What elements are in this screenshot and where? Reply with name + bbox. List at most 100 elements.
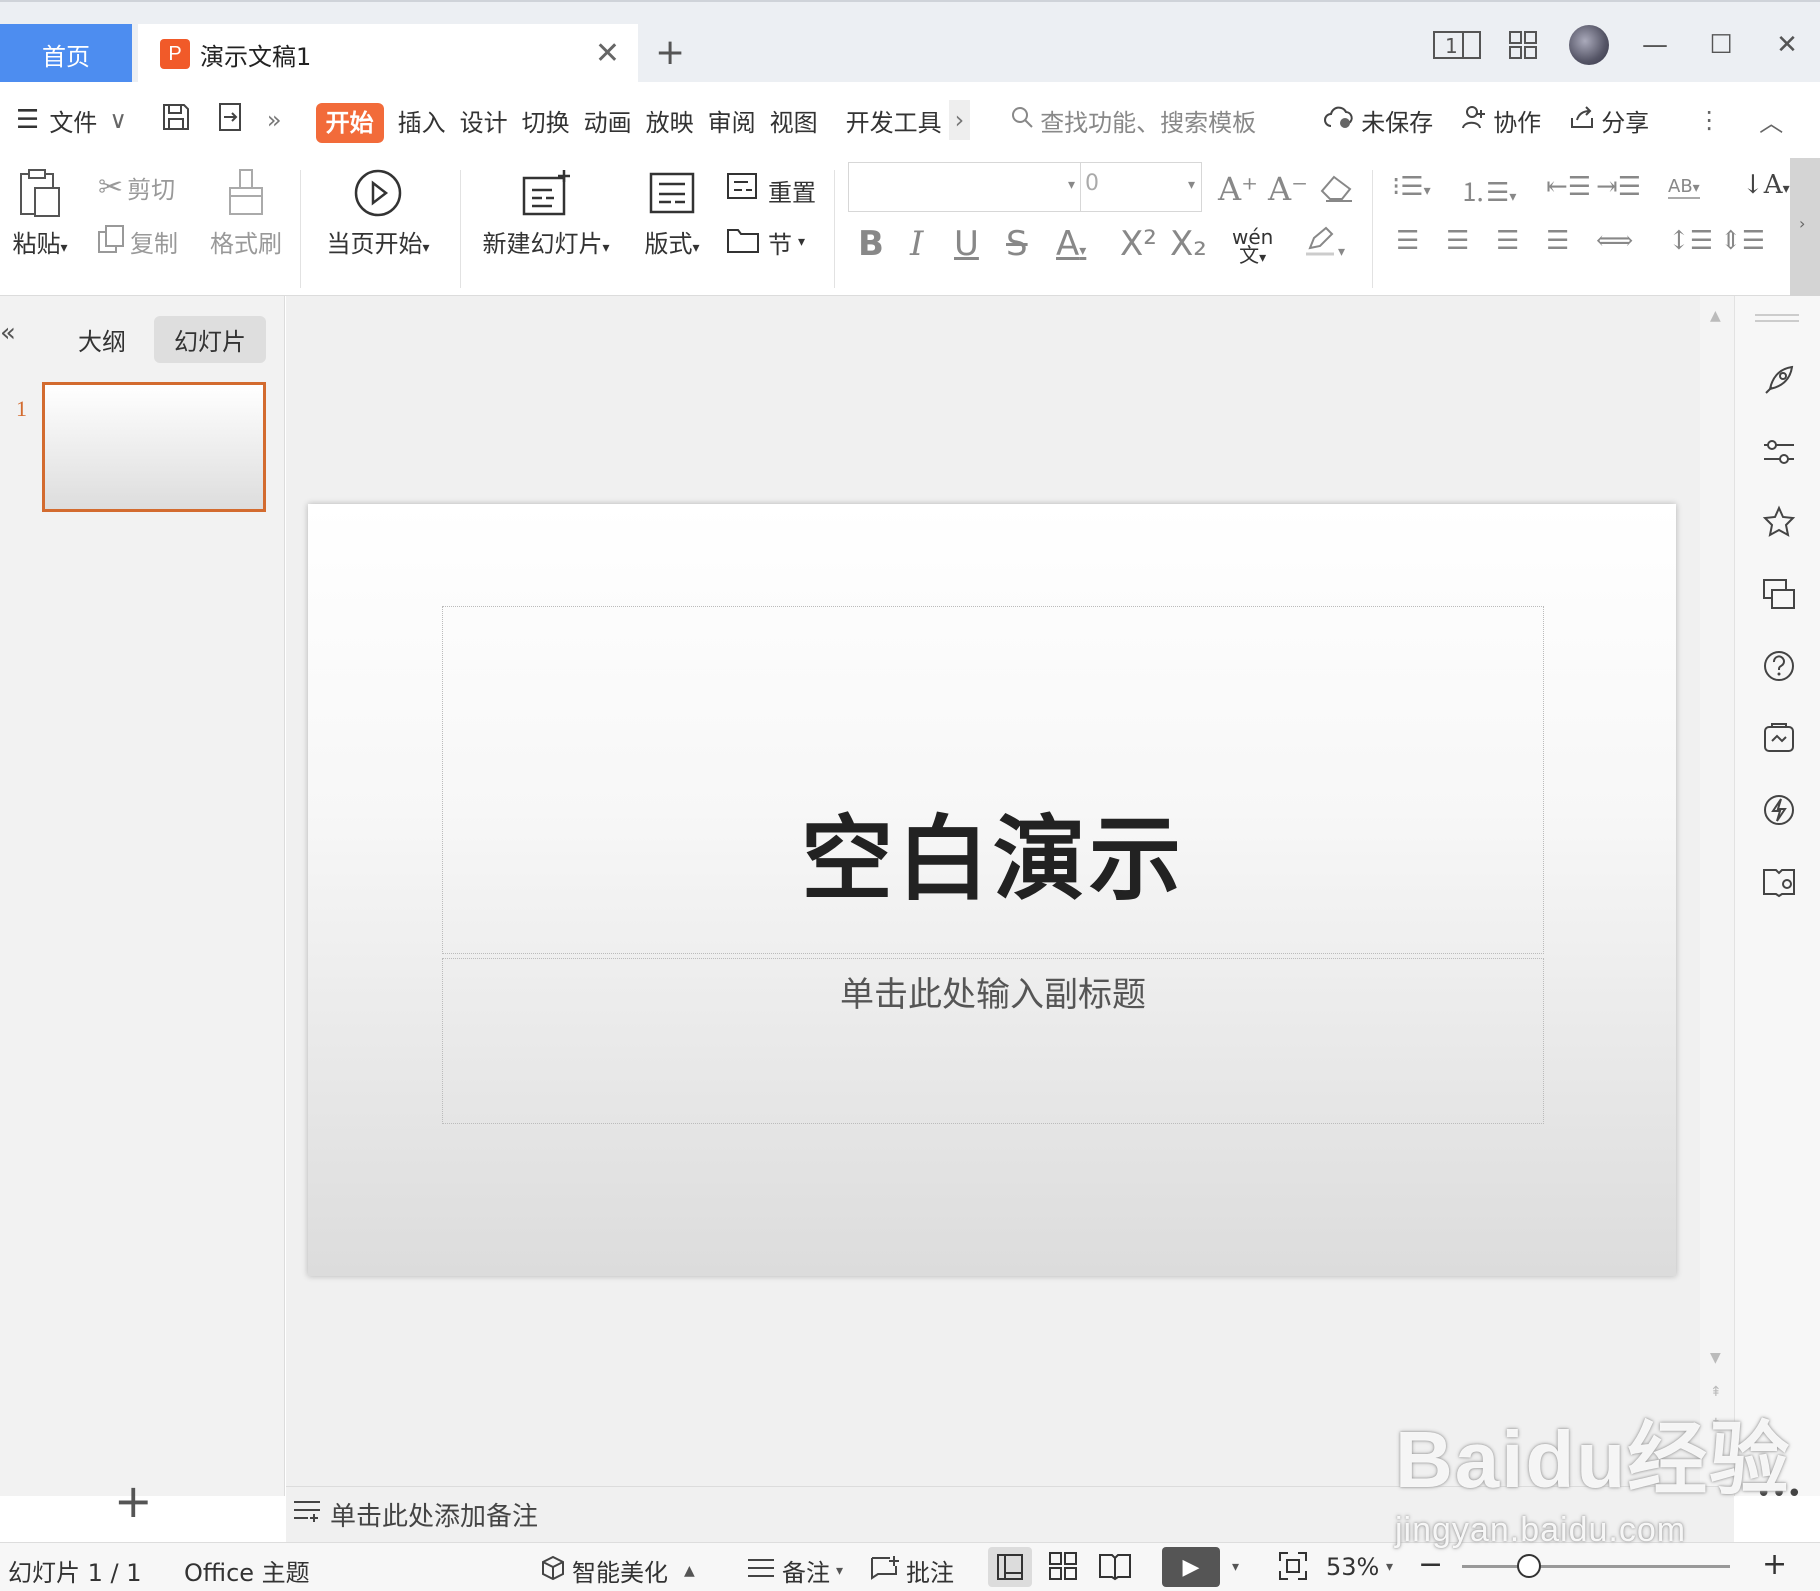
subscript-icon[interactable]: X₂ [1170,224,1207,264]
minimize-button[interactable]: — [1622,20,1688,70]
slide-sorter-icon[interactable] [1048,1551,1078,1587]
tab-transition[interactable]: 切换 [515,103,577,138]
title-placeholder[interactable]: 空白演示 [442,606,1544,954]
start-from-current-button[interactable]: 当页开始▾ [318,168,438,259]
phonetic-guide-icon[interactable]: wén 文▾ [1232,227,1273,267]
justify-icon[interactable]: ☰ [1546,226,1569,256]
vertical-scrollbar[interactable]: ▲ ▼ ⇞ ⇟ [1700,296,1734,1486]
more-quick-access-icon[interactable]: » [260,106,289,134]
decrease-indent-icon[interactable]: ⇤☰ [1546,172,1591,202]
bold-icon[interactable]: B [858,224,884,264]
zoom-options-chevron-icon[interactable]: ▾ [1386,1559,1393,1575]
distribute-icon[interactable]: ⟺ [1596,226,1633,256]
notes-toggle-button[interactable]: 备注 ▾ [746,1553,843,1588]
bullet-list-icon[interactable]: ⁝☰▾ [1392,172,1431,202]
add-slide-button[interactable]: + [114,1474,153,1528]
strikethrough-icon[interactable]: S [1006,224,1028,264]
format-painter-button[interactable]: 格式刷 [206,168,286,259]
paste-button[interactable]: 粘贴▾ [8,168,72,259]
tab-insert[interactable]: 插入 [391,103,453,138]
align-center-icon[interactable]: ☰ [1446,226,1469,256]
tab-slides[interactable]: 幻灯片 [154,316,266,363]
reset-button[interactable]: 重置 [726,172,816,208]
unsaved-status-button[interactable]: 未保存 [1316,103,1440,138]
comments-button[interactable]: 批注 [870,1553,954,1588]
export-pdf-icon[interactable] [208,102,252,138]
align-right-icon[interactable]: ☰ [1496,226,1519,256]
share-button[interactable]: 分享 [1562,103,1656,138]
paragraph-spacing-icon[interactable]: ⇕☰ [1720,226,1765,256]
section-button[interactable]: 节 ▾ [726,224,805,260]
tab-developer[interactable]: 开发工具 [839,103,949,138]
play-slideshow-button[interactable]: ▶ [1162,1547,1220,1587]
tab-outline[interactable]: 大纲 [78,322,126,357]
more-tabs-icon[interactable]: › [948,100,971,140]
user-avatar[interactable] [1556,20,1622,70]
cut-button[interactable]: ✂ 剪切 [98,170,175,205]
subtitle-placeholder[interactable]: 单击此处输入副标题 [442,958,1544,1124]
new-tab-button[interactable]: + [655,32,685,73]
adjust-sliders-icon[interactable] [1757,430,1801,474]
close-tab-icon[interactable]: ✕ [595,36,620,71]
tab-view[interactable]: 视图 [763,103,825,138]
slide[interactable]: 空白演示 单击此处输入副标题 [308,504,1676,1276]
more-options-icon[interactable]: ⋮ [1690,106,1728,134]
zoom-out-button[interactable]: − [1418,1547,1443,1582]
new-slide-button[interactable]: 新建幻灯片▾ [476,168,616,259]
reading-view-icon[interactable] [1098,1551,1132,1587]
rocket-icon[interactable] [1757,358,1801,402]
tab-design[interactable]: 设计 [453,103,515,138]
beautify-button[interactable]: 智能美化 ▲ [540,1553,695,1588]
align-left-icon[interactable]: ☰ [1396,226,1419,256]
apps-grid-icon[interactable] [1490,20,1556,70]
sort-icon[interactable]: ↓A▾ [1742,170,1790,200]
numbered-list-icon[interactable]: ⒈☰▾ [1460,172,1516,209]
tab-home[interactable]: 首页 [0,24,132,84]
clear-format-icon[interactable] [1320,172,1354,212]
zoom-slider-thumb[interactable] [1517,1554,1541,1578]
zoom-in-button[interactable]: + [1762,1547,1787,1582]
tab-slideshow[interactable]: 放映 [639,103,701,138]
fit-window-icon[interactable] [1278,1551,1308,1587]
font-color-icon[interactable]: A▾ [1056,224,1086,264]
line-spacing-icon[interactable]: ↕☰ [1668,226,1713,256]
ribbon-scroll-right[interactable]: › [1790,158,1820,296]
normal-view-icon[interactable] [988,1547,1032,1587]
zoom-level[interactable]: 53% [1326,1553,1379,1581]
reading-mode-icon[interactable]: 1 [1424,20,1490,70]
highlight-icon[interactable]: ▾ [1304,224,1345,265]
collapse-pane-icon[interactable]: « [0,318,16,348]
help-icon[interactable] [1757,644,1801,688]
zoom-slider[interactable] [1462,1554,1730,1578]
tab-document[interactable]: P 演示文稿1 ✕ [138,24,638,84]
collaborate-button[interactable]: 协作 [1454,103,1548,138]
close-window-button[interactable]: ✕ [1754,20,1820,70]
play-options-chevron-icon[interactable]: ▾ [1232,1559,1239,1575]
material-library-icon[interactable] [1757,716,1801,760]
increase-font-icon[interactable]: A⁺ [1218,170,1258,208]
collapse-ribbon-icon[interactable]: ︿ [1752,103,1790,138]
star-effect-icon[interactable] [1757,500,1801,544]
copy-button[interactable]: 复制 [98,224,178,259]
tab-start[interactable]: 开始 [309,102,391,143]
book-search-icon[interactable] [1757,860,1801,904]
font-size-select[interactable]: 0 ▾ [1080,162,1202,212]
maximize-button[interactable]: ☐ [1688,20,1754,70]
theme-name[interactable]: Office 主题 [184,1553,310,1588]
superscript-icon[interactable]: X² [1120,224,1157,264]
slide-thumbnail[interactable] [42,382,266,512]
underline-icon[interactable]: U [954,224,979,264]
search-input[interactable]: 查找功能、搜索模板 [1000,97,1266,144]
tab-review[interactable]: 审阅 [701,103,763,138]
tab-animation[interactable]: 动画 [577,103,639,138]
file-menu[interactable]: ☰ 文件 ∨ [0,103,134,138]
italic-icon[interactable]: I [910,224,923,264]
lightning-icon[interactable] [1757,788,1801,832]
layout-button[interactable]: 版式▾ [636,168,708,259]
increase-indent-icon[interactable]: ⇥☰ [1596,172,1641,202]
decrease-font-icon[interactable]: A⁻ [1268,170,1308,208]
text-direction-icon[interactable]: AB▾ [1668,176,1700,199]
transition-icon[interactable] [1757,572,1801,616]
save-icon[interactable] [154,102,198,138]
font-family-select[interactable]: ▾ [848,162,1082,212]
